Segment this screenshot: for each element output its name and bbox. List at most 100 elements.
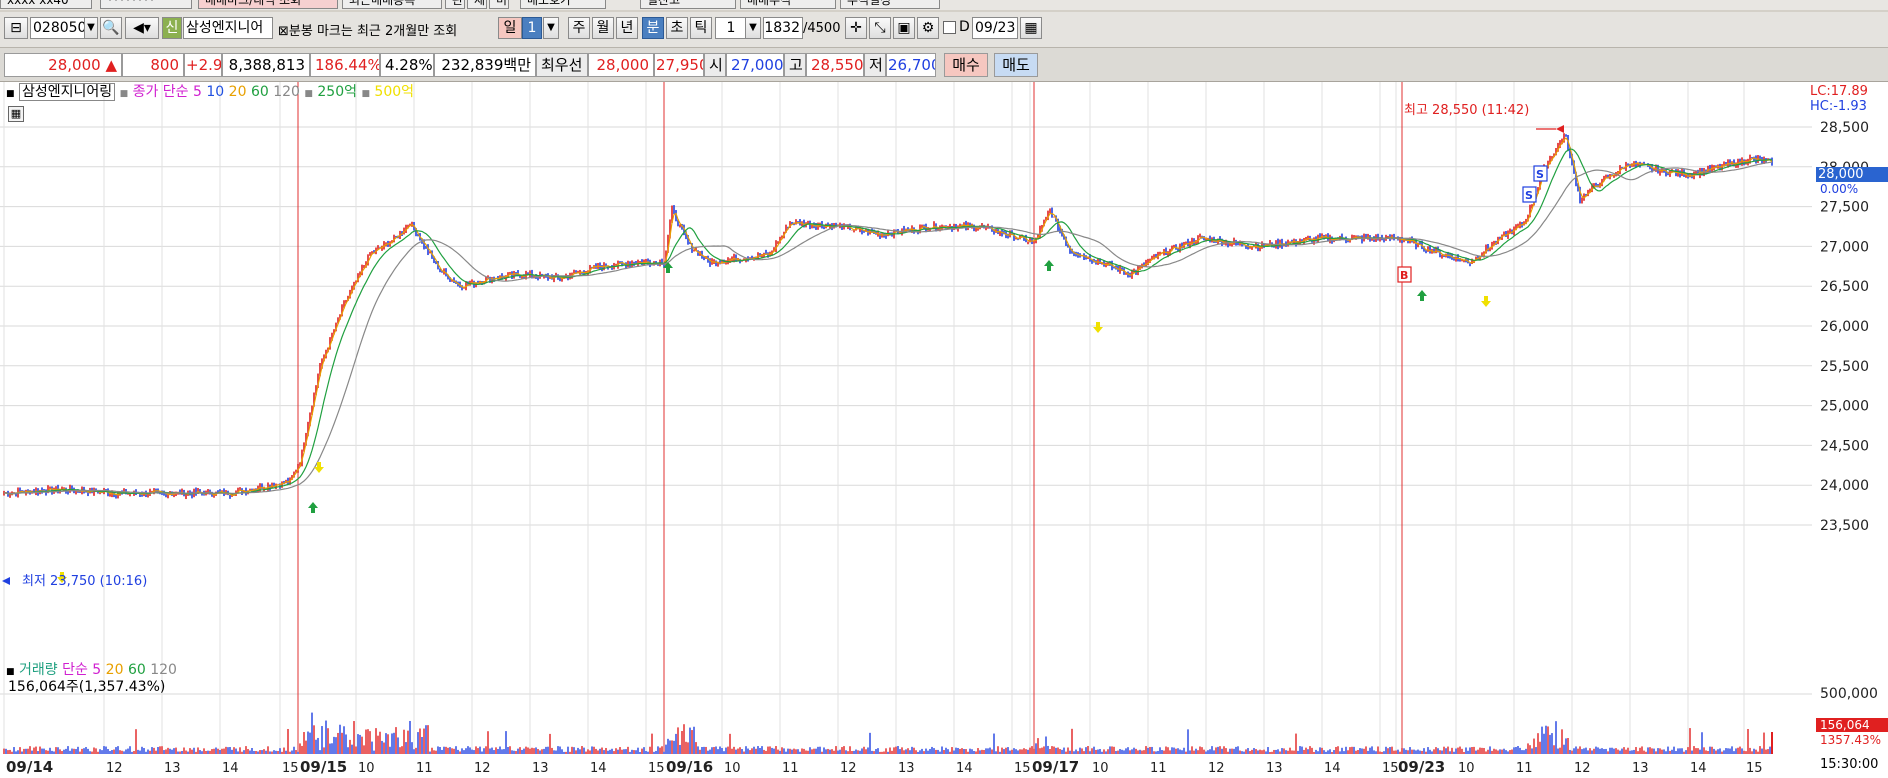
- layout-icon[interactable]: ⊟: [4, 17, 28, 39]
- credit-badge: 신: [162, 17, 182, 39]
- volume-tick-label: 500,000: [1820, 686, 1878, 702]
- top-tab-strip: xxxx xx40 ******** 매매마크/내역 조회 최근매매종목 관 체…: [0, 0, 1888, 10]
- interval-input[interactable]: 1: [715, 17, 747, 39]
- price-legend: ■ 삼성엔지니어링 ■ 종가 단순 5 10 20 60 120 ■ 250억 …: [6, 83, 415, 103]
- x-tick-label: 11: [782, 761, 799, 776]
- grid-toggle-icon[interactable]: ▦: [8, 106, 24, 122]
- period-year[interactable]: 년: [616, 17, 638, 39]
- x-tick-label: 13: [1266, 761, 1283, 776]
- calendar-icon[interactable]: ▦: [1020, 17, 1042, 39]
- x-tick-label: 15: [1382, 761, 1399, 776]
- x-tick-label: 14: [956, 761, 973, 776]
- tab-balance[interactable]: 실잔고: [640, 0, 736, 9]
- crosshair-icon[interactable]: ✛: [845, 17, 867, 39]
- current-price-tag: 28,000: [1816, 167, 1888, 182]
- volume-value: 156,064주(1,357.43%): [8, 679, 166, 695]
- chevron-down-icon[interactable]: ▼: [745, 17, 761, 39]
- period-day-count[interactable]: 1: [522, 17, 542, 39]
- low-marker-icon: [2, 577, 10, 585]
- open-price: 27,000: [726, 53, 784, 77]
- tab-recent-stocks[interactable]: 최근매매종목: [342, 0, 442, 9]
- chart-area[interactable]: 28,500 28,000 27,500 27,000 26,500 26,000 25,5…: [0, 82, 1888, 778]
- x-tick-label: 13: [1632, 761, 1649, 776]
- d-checkbox[interactable]: [943, 21, 956, 34]
- gear-icon[interactable]: ⚙: [917, 17, 939, 39]
- up-arrow-icon: [1044, 260, 1054, 266]
- tab-trade-track[interactable]: 매매추적: [740, 0, 836, 9]
- tab-track-settings[interactable]: 추적설정: [840, 0, 940, 9]
- moving-average-line: [3, 137, 1773, 496]
- high-label: 고: [784, 53, 806, 77]
- best-ask: 28,000: [588, 53, 654, 77]
- legend-close-label: 종가 단순: [132, 84, 189, 100]
- count-input[interactable]: 1832: [763, 17, 803, 39]
- legend-amt500: 500억: [374, 84, 415, 100]
- tab-trade-marks[interactable]: 매매마크/내역 조회: [198, 0, 338, 9]
- period-second[interactable]: 초: [666, 17, 688, 39]
- current-pct-tag: 0.00%: [1820, 182, 1859, 196]
- marker-label: B: [1400, 269, 1408, 282]
- current-price: 28,000 ▲: [4, 53, 122, 77]
- notice-label: 분봉 마크는 최근 2개월만 조회: [288, 24, 458, 39]
- legend-ma20: 20: [228, 84, 247, 100]
- x-tick-label: 13: [164, 761, 181, 776]
- tab-watch[interactable]: 관: [445, 0, 465, 9]
- volume-ma5: 5: [92, 662, 102, 678]
- chevron-down-icon[interactable]: ▼: [84, 17, 98, 39]
- search-icon[interactable]: 🔍: [100, 17, 122, 39]
- arrow-stem: [311, 508, 315, 513]
- save-icon[interactable]: ▣: [893, 17, 915, 39]
- chart-canvas[interactable]: 28,500 28,000 27,500 27,000 26,500 26,000 25,5…: [0, 82, 1888, 778]
- account-field[interactable]: xxxx xx40: [0, 0, 92, 9]
- x-tick-label: 14: [1324, 761, 1341, 776]
- stock-name-field[interactable]: 삼성엔지니어: [183, 17, 273, 39]
- speaker-icon[interactable]: ◀▾: [125, 17, 159, 39]
- best-bid: 27,950: [654, 53, 704, 77]
- sell-button[interactable]: 매도: [994, 53, 1038, 77]
- notice-text: ⊠분봉 마크는 최근 2개월만 조회: [278, 20, 457, 39]
- y-tick-label: 23,500: [1820, 518, 1869, 534]
- trend-tool-icon[interactable]: ⤡: [869, 17, 891, 39]
- legend-square-icon: ■: [6, 89, 15, 99]
- arrow-stem: [1484, 296, 1488, 301]
- x-tick-label: 12: [1574, 761, 1591, 776]
- y-tick-label: 25,000: [1820, 399, 1869, 415]
- period-month[interactable]: 월: [592, 17, 614, 39]
- period-week[interactable]: 주: [568, 17, 590, 39]
- marker-label: S: [1536, 168, 1544, 181]
- tab-unfilled[interactable]: 미: [489, 0, 509, 9]
- down-arrow-icon: [1093, 327, 1103, 333]
- low-label: 저: [864, 53, 886, 77]
- tab-ask-price[interactable]: 매도호가: [520, 0, 606, 9]
- volume-pct-tag: 1357.43%: [1820, 733, 1882, 747]
- chevron-down-icon[interactable]: ▼: [543, 17, 559, 39]
- x-tick-label: 09/16: [666, 758, 713, 776]
- x-tick-label: 09/15: [300, 758, 347, 776]
- y-tick-label: 26,500: [1820, 279, 1869, 295]
- marker-label: S: [1525, 189, 1533, 202]
- period-minute[interactable]: 분: [642, 17, 664, 39]
- x-tick-label: 15: [282, 761, 299, 776]
- volume-value: 8,388,813: [222, 53, 310, 77]
- date-input[interactable]: 09/23: [972, 17, 1018, 39]
- best-quote-label: 최우선: [536, 53, 588, 77]
- turnover-rate: 4.28%: [380, 53, 434, 77]
- legend-ma5: 5: [193, 84, 202, 100]
- x-tick-label: 09/17: [1032, 758, 1079, 776]
- moving-average-line: [3, 148, 1773, 495]
- buy-button[interactable]: 매수: [944, 53, 988, 77]
- up-arrow-icon: ▲: [105, 56, 117, 74]
- legend-amt250: 250억: [317, 84, 357, 100]
- x-tick-label: 09/23: [1398, 758, 1445, 776]
- volume-ma120: 120: [150, 662, 177, 678]
- chart-toolbar: ⊟ 028050 ▼ 🔍 ◀▾ 신 삼성엔지니어 ⊠분봉 마크는 최근 2개월만…: [0, 12, 1888, 48]
- x-tick-label: 14: [1690, 761, 1707, 776]
- x-tick-label: 15: [1746, 761, 1763, 776]
- legend-stock-name[interactable]: 삼성엔지니어링: [18, 83, 116, 101]
- password-field[interactable]: ********: [100, 0, 192, 9]
- period-tick[interactable]: 틱: [690, 17, 712, 39]
- tab-filled[interactable]: 체: [467, 0, 487, 9]
- period-day[interactable]: 일: [498, 17, 522, 39]
- y-tick-label: 26,000: [1820, 319, 1869, 335]
- change-percent: +2.94%: [184, 53, 222, 77]
